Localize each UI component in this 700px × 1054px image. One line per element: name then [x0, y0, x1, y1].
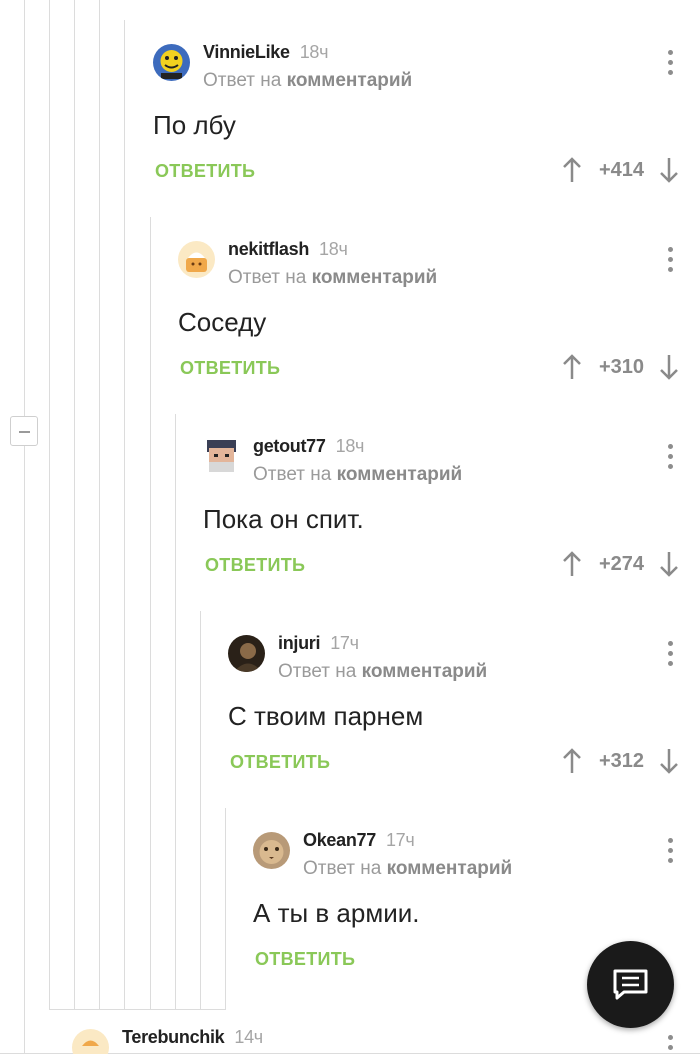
vote-block: +312 — [561, 746, 680, 776]
avatar[interactable] — [203, 438, 240, 475]
reply-to-label: Ответ на комментарий — [253, 464, 463, 485]
arrow-up-icon[interactable] — [561, 353, 583, 381]
reply-to-link[interactable]: комментарий — [362, 661, 488, 682]
reply-button[interactable]: ОТВЕТИТЬ — [230, 752, 330, 773]
thread-line — [49, 0, 50, 1010]
comment-author[interactable]: getout77 18ч — [253, 436, 364, 457]
thread-line — [74, 0, 75, 1010]
comment: injuri 17ч Ответ на комментарий С твоим п… — [228, 633, 700, 832]
avatar[interactable] — [228, 635, 265, 672]
arrow-down-icon[interactable] — [658, 550, 680, 578]
vote-block: +414 — [561, 155, 680, 185]
reply-to-link[interactable]: комментарий — [287, 70, 413, 91]
comment: nekitflash 18ч Ответ на комментарий Сосед… — [178, 239, 700, 438]
avatar[interactable] — [153, 44, 190, 81]
reply-to-link[interactable]: комментарий — [337, 464, 463, 485]
comment-text: А ты в армии. — [253, 898, 420, 928]
reply-to-link[interactable]: комментарий — [312, 267, 438, 288]
reply-to-label: Ответ на комментарий — [228, 267, 438, 288]
comment-icon — [613, 969, 648, 1000]
rating: +274 — [598, 552, 644, 575]
comment-author[interactable]: VinnieLike 18ч — [203, 42, 328, 63]
avatar[interactable] — [253, 832, 290, 869]
reply-button[interactable]: ОТВЕТИТЬ — [155, 161, 255, 182]
rating: +414 — [598, 158, 644, 181]
thread-line — [124, 20, 125, 1010]
comment-time: 18ч — [319, 239, 348, 259]
thread-line — [175, 414, 176, 1010]
rating: +312 — [598, 749, 644, 772]
comment-text: Соседу — [178, 307, 267, 337]
arrow-down-icon[interactable] — [658, 156, 680, 184]
rating: +310 — [598, 355, 644, 378]
comment: getout77 18ч Ответ на комментарий Пока он… — [203, 436, 700, 635]
reply-to-link[interactable]: комментарий — [387, 858, 513, 879]
comment-text: Пока он спит. — [203, 504, 364, 534]
comment-author[interactable]: Okean77 17ч — [303, 830, 415, 851]
avatar[interactable] — [178, 241, 215, 278]
comment-time: 17ч — [330, 633, 359, 653]
more-vertical-icon[interactable] — [668, 50, 674, 76]
comment: Terebunchik 14ч — [72, 1029, 700, 1054]
comment-text: По лбу — [153, 110, 236, 140]
reply-to-label: Ответ на комментарий — [203, 70, 413, 91]
thread-line — [225, 808, 226, 1010]
comment-time: 18ч — [299, 42, 329, 62]
reply-button[interactable]: ОТВЕТИТЬ — [180, 358, 280, 379]
more-vertical-icon[interactable] — [668, 838, 674, 864]
thread-line — [99, 0, 100, 1010]
arrow-down-icon[interactable] — [658, 353, 680, 381]
reply-to-label: Ответ на комментарий — [278, 661, 488, 682]
thread-line — [24, 0, 25, 416]
comment-author[interactable]: nekitflash 18ч — [228, 239, 348, 260]
reply-button[interactable]: ОТВЕТИТЬ — [205, 555, 305, 576]
more-vertical-icon[interactable] — [668, 444, 674, 470]
arrow-up-icon[interactable] — [561, 747, 583, 775]
arrow-up-icon[interactable] — [561, 156, 583, 184]
comment: VinnieLike 18ч Ответ на комментарий По лб… — [153, 42, 700, 241]
comment-text: С твоим парнем — [228, 701, 424, 731]
more-vertical-icon[interactable] — [668, 641, 674, 667]
thread-divider — [49, 1009, 226, 1010]
vote-block: +310 — [561, 352, 680, 382]
comment-time: 17ч — [385, 830, 415, 850]
avatar[interactable] — [72, 1029, 109, 1054]
vote-block: +274 — [561, 549, 680, 579]
thread-line — [200, 611, 201, 1010]
comment-time: 14ч — [234, 1029, 263, 1047]
arrow-down-icon[interactable] — [658, 747, 680, 775]
thread-line — [150, 217, 151, 1010]
comment-author[interactable]: injuri 17ч — [278, 633, 359, 654]
collapse-thread-button[interactable] — [10, 416, 38, 446]
reply-button[interactable]: ОТВЕТИТЬ — [255, 949, 355, 970]
comment-time: 18ч — [335, 436, 365, 456]
arrow-up-icon[interactable] — [561, 550, 583, 578]
reply-to-label: Ответ на комментарий — [303, 858, 513, 879]
more-vertical-icon[interactable] — [668, 247, 674, 273]
comment-fab-button[interactable] — [587, 941, 674, 1028]
comment-author[interactable]: Terebunchik 14ч — [122, 1029, 263, 1048]
more-vertical-icon[interactable] — [668, 1035, 674, 1054]
thread-line — [24, 446, 25, 1054]
